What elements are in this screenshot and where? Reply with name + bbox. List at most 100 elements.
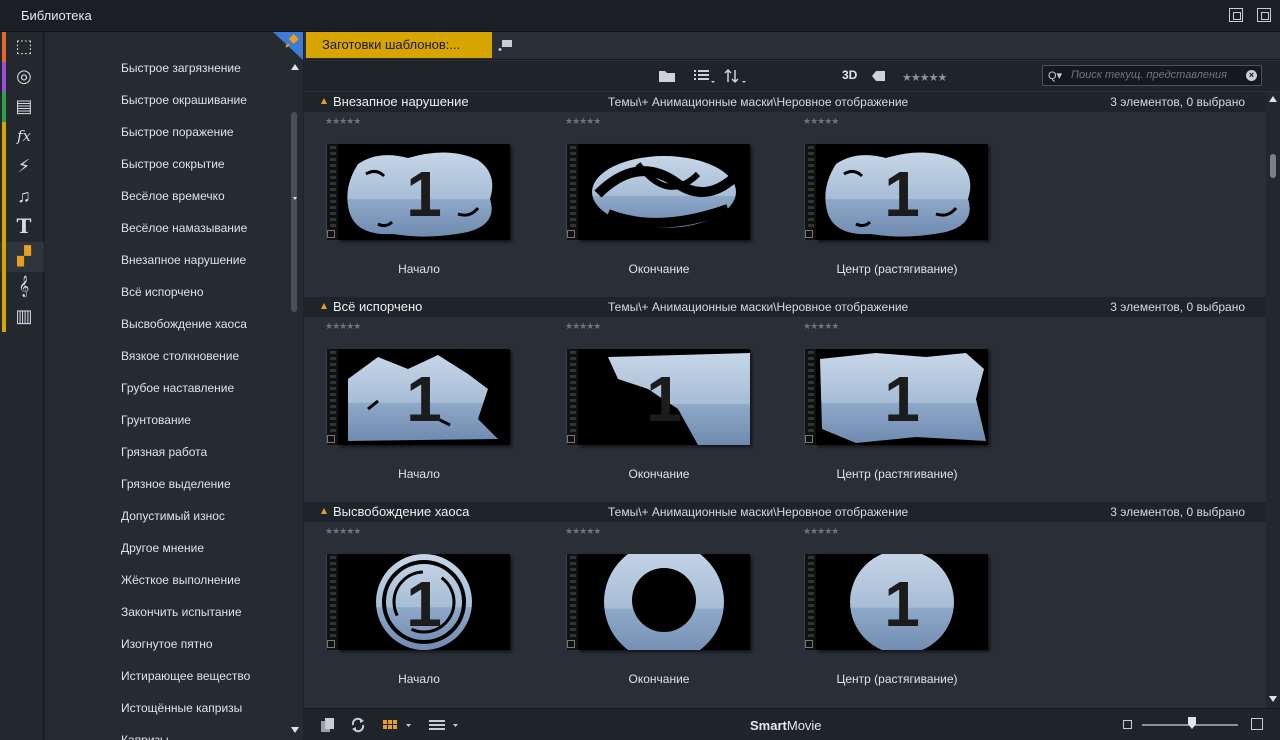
zoom-small-icon[interactable] [1123, 720, 1132, 729]
collapse-triangle-icon[interactable] [321, 303, 327, 309]
search-box[interactable]: Q▾ × [1042, 65, 1262, 86]
clip-thumbnail[interactable]: 1 [566, 349, 752, 447]
clear-search-icon[interactable]: × [1246, 70, 1257, 81]
sync-icon[interactable] [350, 717, 366, 733]
clip-rating[interactable]: ★★★★★ [803, 321, 839, 332]
clip-rating[interactable]: ★★★★★ [325, 321, 361, 332]
clip-thumbnail[interactable]: 1 [326, 554, 512, 652]
grid-scrollbar[interactable] [1266, 92, 1280, 708]
group-header[interactable]: Высвобождение хаоса Темы\+ Анимационные м… [304, 502, 1266, 522]
grid-scrollbar-thumb[interactable] [1270, 154, 1276, 178]
template-clip[interactable]: ★★★★★ 1 Центр (растягивание) [782, 522, 988, 702]
effects-icon: fx [16, 127, 31, 145]
category-item[interactable]: Весёлое времечко [45, 186, 290, 218]
list-view-icon[interactable] [694, 67, 716, 85]
clip-thumbnail[interactable]: 1 [804, 349, 990, 447]
category-item[interactable]: Грязная работа [45, 442, 290, 474]
category-item[interactable]: Истощённые капризы [45, 698, 290, 730]
clip-rating[interactable]: ★★★★★ [803, 526, 839, 537]
clip-thumbnail[interactable] [566, 144, 752, 242]
category-item[interactable]: Изогнутое пятно [45, 634, 290, 666]
film-reel-icon: ◎ [16, 66, 32, 86]
tab-templates[interactable]: Заготовки шаблонов:... [306, 32, 492, 58]
undock-icon[interactable] [1229, 8, 1243, 22]
grid-scroll-up[interactable] [1269, 96, 1277, 102]
details-view-icon[interactable] [428, 717, 462, 733]
category-item[interactable]: Быстрое окрашивание [45, 90, 290, 122]
category-item[interactable]: Закончить испытание [45, 602, 290, 634]
collapse-triangle-icon[interactable] [321, 508, 327, 514]
folder-icon[interactable] [658, 67, 676, 85]
sidebar-item-2[interactable]: ◎ [0, 62, 44, 92]
template-clip[interactable]: ★★★★★ 1 Центр (растягивание) [782, 317, 988, 497]
rating-filter[interactable]: ★★★★★ [902, 69, 947, 87]
category-item[interactable]: Грунтование [45, 410, 290, 442]
sidebar-item-4[interactable]: fx [0, 122, 44, 152]
group-header[interactable]: Всё испорчено Темы\+ Анимационные маски\Н… [304, 297, 1266, 317]
category-item[interactable]: Другое мнение [45, 538, 290, 570]
zoom-large-icon[interactable] [1251, 718, 1263, 730]
category-item[interactable]: Быстрое сокрытие [45, 154, 290, 186]
group-header[interactable]: Внезапное нарушение Темы\+ Анимационные м… [304, 92, 1266, 112]
category-item[interactable]: Капризы [45, 730, 290, 740]
clip-rating[interactable]: ★★★★★ [565, 321, 601, 332]
template-clip[interactable]: ★★★★★ 1 Центр (растягивание) [782, 112, 988, 292]
category-item[interactable]: Всё испорчено [45, 282, 290, 314]
sidebar-item-7[interactable]: T [0, 212, 44, 242]
category-item[interactable]: Внезапное нарушение [45, 250, 290, 282]
resize-arrow[interactable] [293, 197, 297, 200]
template-clip[interactable]: ★★★★★ 1 Начало [304, 112, 510, 292]
search-input[interactable] [1071, 69, 1251, 81]
add-tab-icon[interactable] [498, 38, 514, 52]
category-item[interactable]: Грязное выделение [45, 474, 290, 506]
template-clip[interactable]: ★★★★★ Окончание [544, 112, 750, 292]
restore-icon[interactable] [1257, 8, 1271, 22]
clip-rating[interactable]: ★★★★★ [565, 116, 601, 127]
template-clip[interactable]: ★★★★★ 1 Окончание [544, 317, 750, 497]
sidebar-item-3[interactable]: ▤ [0, 92, 44, 122]
category-item[interactable]: Истирающее вещество [45, 666, 290, 698]
category-item[interactable]: Вязкое столкновение [45, 346, 290, 378]
grid-scroll-down[interactable] [1269, 696, 1277, 702]
pin-icon[interactable] [273, 32, 303, 60]
sidebar-item-8[interactable]: ▞ [0, 242, 44, 272]
clip-rating[interactable]: ★★★★★ [803, 116, 839, 127]
sidebar-item-10[interactable]: ▥ [0, 302, 44, 332]
grid-view-icon[interactable] [382, 717, 412, 733]
clip-corner-icon [567, 640, 575, 648]
category-item[interactable]: Грубое наставление [45, 378, 290, 410]
category-item[interactable]: Допустимый износ [45, 506, 290, 538]
category-scrollbar-thumb[interactable] [291, 112, 297, 312]
sidebar-item-5[interactable]: ⚡ [0, 152, 44, 182]
template-clip[interactable]: ★★★★★ Окончание [544, 522, 750, 702]
sort-icon[interactable] [724, 67, 748, 85]
clip-thumbnail[interactable]: 1 [326, 349, 512, 447]
category-item[interactable]: Весёлое намазывание [45, 218, 290, 250]
3d-filter-button[interactable]: 3D [842, 68, 857, 82]
smartmovie-button[interactable]: SmartMovie [750, 718, 822, 733]
clip-thumbnail[interactable] [566, 554, 752, 652]
clip-thumbnail[interactable]: 1 [326, 144, 512, 242]
scroll-down-arrow[interactable] [291, 727, 299, 733]
collapse-triangle-icon[interactable] [321, 98, 327, 104]
clip-thumbnail[interactable]: 1 [804, 144, 990, 242]
category-item[interactable]: Высвобождение хаоса [45, 314, 290, 346]
scroll-up-arrow[interactable] [291, 64, 299, 70]
tag-icon[interactable] [870, 67, 886, 85]
sidebar-item-1[interactable]: ⬚ [0, 32, 44, 62]
copy-icon[interactable] [320, 717, 336, 733]
template-clip[interactable]: ★★★★★ 1 Начало [304, 522, 510, 702]
clip-rating[interactable]: ★★★★★ [325, 116, 361, 127]
clip-thumbnail[interactable]: 1 [804, 554, 990, 652]
template-clip[interactable]: ★★★★★ 1 Начало [304, 317, 510, 497]
sidebar-item-9[interactable]: 𝄞 [0, 272, 44, 302]
sidebar-item-6[interactable]: ♫ [0, 182, 44, 212]
clip-rating[interactable]: ★★★★★ [325, 526, 361, 537]
filmstrip-icon [566, 349, 578, 445]
clip-rating[interactable]: ★★★★★ [565, 526, 601, 537]
category-item[interactable]: Быстрое поражение [45, 122, 290, 154]
search-icon[interactable]: Q▾ [1048, 69, 1062, 82]
category-item[interactable]: Жёсткое выполнение [45, 570, 290, 602]
zoom-slider-handle[interactable] [1188, 717, 1196, 729]
category-item[interactable]: Быстрое загрязнение [45, 58, 290, 90]
